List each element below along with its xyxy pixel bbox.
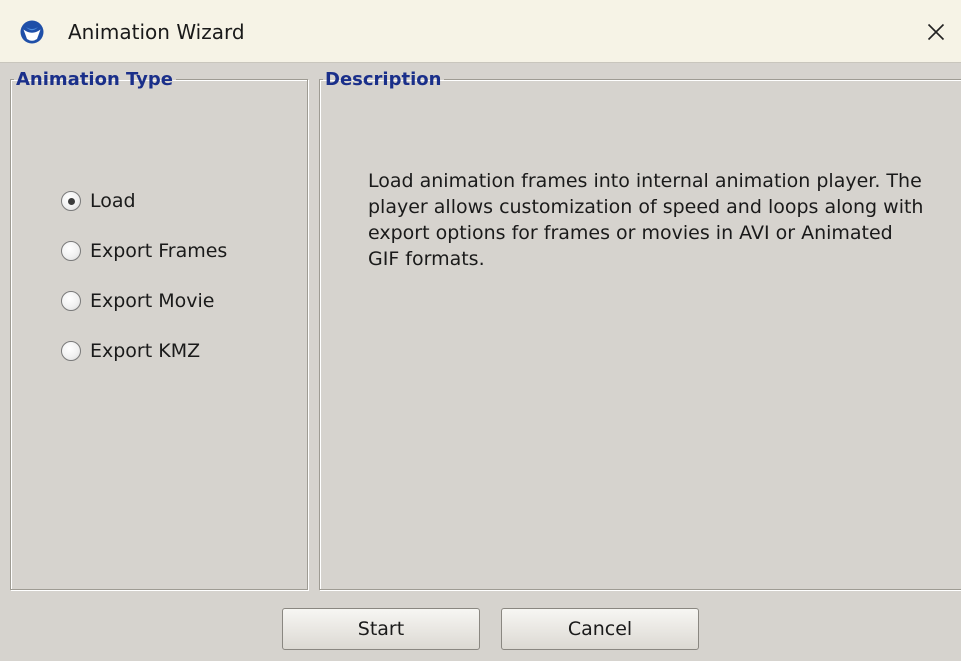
radio-label-export-kmz: Export KMZ xyxy=(90,339,201,362)
dialog-body: Animation Type Load Export Frames Export… xyxy=(0,63,961,661)
close-button[interactable] xyxy=(911,0,961,63)
radio-option-export-kmz[interactable]: Export KMZ xyxy=(61,338,227,363)
animation-type-options: Load Export Frames Export Movie Export K… xyxy=(61,188,227,388)
title-bar: Animation Wizard xyxy=(0,0,961,63)
description-group: Description Load animation frames into i… xyxy=(319,69,961,590)
radio-button-export-movie[interactable] xyxy=(61,290,81,311)
description-text: Load animation frames into internal anim… xyxy=(368,170,924,270)
radio-label-load: Load xyxy=(90,189,136,212)
radio-label-export-frames: Export Frames xyxy=(90,239,228,262)
description-legend: Description xyxy=(325,69,442,90)
noaa-logo-icon xyxy=(20,20,44,44)
radio-option-load[interactable]: Load xyxy=(61,188,227,213)
radio-option-export-frames[interactable]: Export Frames xyxy=(61,238,227,263)
radio-button-export-kmz[interactable] xyxy=(61,340,81,361)
radio-option-export-movie[interactable]: Export Movie xyxy=(61,288,227,313)
radio-button-export-frames[interactable] xyxy=(61,240,81,261)
window-title: Animation Wizard xyxy=(68,20,245,44)
cancel-button[interactable]: Cancel xyxy=(501,608,699,650)
start-button[interactable]: Start xyxy=(282,608,480,650)
animation-type-legend: Animation Type xyxy=(16,69,174,90)
close-icon xyxy=(927,23,945,40)
radio-button-load[interactable] xyxy=(61,190,81,211)
radio-label-export-movie: Export Movie xyxy=(90,289,215,312)
animation-type-group: Animation Type Load Export Frames Export… xyxy=(10,69,308,590)
